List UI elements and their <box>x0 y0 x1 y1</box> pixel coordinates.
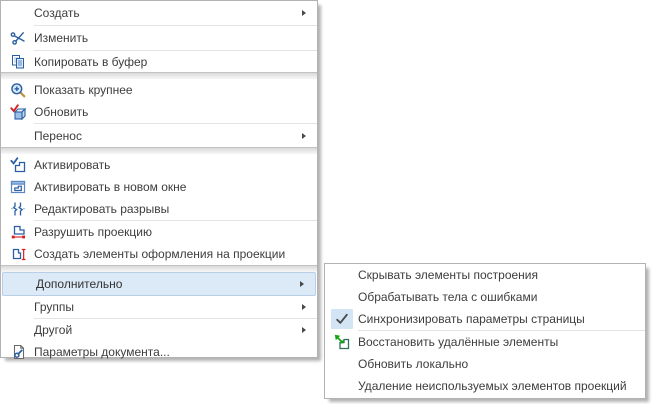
menu-item-label: Скрывать элементы построения <box>358 268 645 282</box>
scissors-icon <box>1 30 34 46</box>
menu-item-label: Дополнительно <box>36 277 300 291</box>
activate-new-window-icon <box>1 179 34 195</box>
submenu-item-process-bodies-with-errors[interactable]: Обрабатывать тела с ошибками <box>325 286 645 308</box>
menu-item-label: Обновить <box>34 105 317 119</box>
menu-item-label: Обрабатывать тела с ошибками <box>358 290 645 304</box>
document-params-icon <box>1 344 34 360</box>
refresh-cube-icon <box>1 104 34 120</box>
menu-item-label: Другой <box>34 323 302 337</box>
submenu-item-delete-unused-projection-elements[interactable]: Удаление неиспользуемых элементов проекц… <box>325 375 645 397</box>
menu-item-label: Активировать в новом окне <box>34 180 317 194</box>
menu-item-label: Разрушить проекцию <box>34 225 317 239</box>
zoom-in-icon <box>1 82 34 98</box>
menu-item-label: Копировать в буфер <box>34 55 317 69</box>
context-menu: Создать Изменить Копировать в буфер <box>0 0 318 358</box>
menu-item-copy-to-clipboard[interactable]: Копировать в буфер <box>1 51 317 72</box>
menu-item-label: Обновить локально <box>358 357 645 371</box>
menu-item-label: Создать <box>34 6 302 20</box>
group-separator <box>1 72 317 79</box>
menu-item-groups[interactable]: Группы <box>1 296 317 318</box>
group-separator <box>1 265 317 272</box>
menu-item-label: Перенос <box>34 129 302 143</box>
menu-item-additional[interactable]: Дополнительно <box>2 272 316 296</box>
menu-item-label: Изменить <box>34 31 317 45</box>
submenu-arrow-icon <box>302 327 306 333</box>
checked-state-box <box>331 309 353 329</box>
menu-item-edit-breaks[interactable]: Редактировать разрывы <box>1 198 317 220</box>
menu-item-label: Синхронизировать параметры страницы <box>358 312 645 326</box>
menu-item-label: Редактировать разрывы <box>34 202 317 216</box>
copy-icon <box>1 54 34 70</box>
submenu-additional: Скрывать элементы построения Обрабатыват… <box>324 263 646 399</box>
menu-item-label: Группы <box>34 300 302 314</box>
activate-icon <box>1 157 34 173</box>
menu-item-create[interactable]: Создать <box>1 1 317 25</box>
submenu-item-sync-page-params[interactable]: Синхронизировать параметры страницы <box>325 308 645 330</box>
submenu-arrow-icon <box>300 281 304 287</box>
menu-item-label: Создать элементы оформления на проекции <box>34 247 317 261</box>
menu-item-create-decor-elements[interactable]: Создать элементы оформления на проекции <box>1 243 317 265</box>
submenu-arrow-icon <box>302 304 306 310</box>
edit-breaks-icon <box>1 201 34 217</box>
menu-item-label: Показать крупнее <box>34 83 317 97</box>
menu-item-document-params[interactable]: Параметры документа... <box>1 341 317 362</box>
menu-item-edit[interactable]: Изменить <box>1 26 317 50</box>
restore-elements-icon <box>325 334 358 350</box>
submenu-arrow-icon <box>302 133 306 139</box>
menu-item-activate[interactable]: Активировать <box>1 154 317 176</box>
submenu-item-hide-construction-elements[interactable]: Скрывать элементы построения <box>325 264 645 286</box>
menu-item-label: Параметры документа... <box>34 345 317 359</box>
menu-item-label: Удаление неиспользуемых элементов проекц… <box>358 379 645 393</box>
menu-item-refresh[interactable]: Обновить <box>1 101 317 123</box>
menu-item-label: Восстановить удалённые элементы <box>358 335 645 349</box>
menu-item-destroy-projection[interactable]: Разрушить проекцию <box>1 221 317 243</box>
menu-item-label: Активировать <box>34 158 317 172</box>
submenu-item-update-locally[interactable]: Обновить локально <box>325 353 645 375</box>
group-separator <box>1 147 317 154</box>
submenu-item-restore-deleted-elements[interactable]: Восстановить удалённые элементы <box>325 331 645 353</box>
submenu-arrow-icon <box>302 10 306 16</box>
menu-item-zoom-in[interactable]: Показать крупнее <box>1 79 317 101</box>
menu-item-other[interactable]: Другой <box>1 319 317 341</box>
menu-item-activate-new-window[interactable]: Активировать в новом окне <box>1 176 317 198</box>
destroy-projection-icon <box>1 224 34 240</box>
decor-elements-icon <box>1 246 34 262</box>
menu-item-move[interactable]: Перенос <box>1 124 317 147</box>
checkmark-icon <box>325 309 358 329</box>
